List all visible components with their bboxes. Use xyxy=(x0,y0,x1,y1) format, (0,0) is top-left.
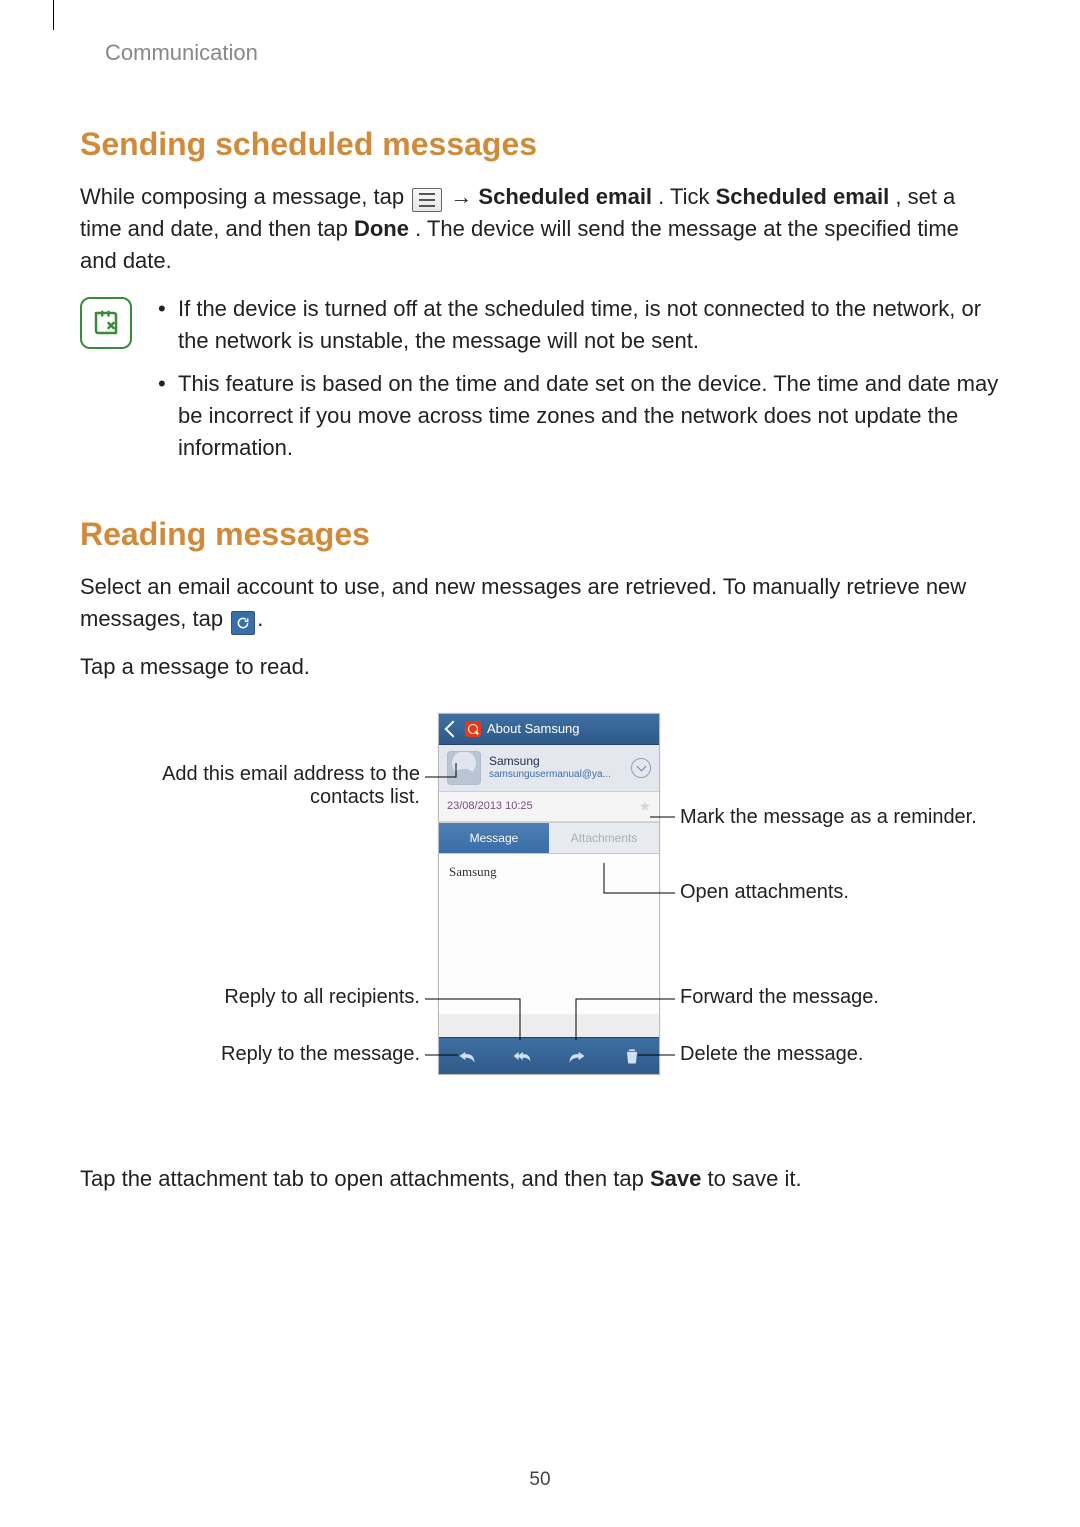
callout-forward: Forward the message. xyxy=(680,986,879,1009)
text: to save it. xyxy=(707,1166,801,1191)
text-bold: Done xyxy=(354,216,409,241)
text: → xyxy=(450,184,478,209)
text-bold: Scheduled email xyxy=(478,184,652,209)
text: While composing a message, tap xyxy=(80,184,410,209)
tab-message[interactable]: Message xyxy=(439,823,549,853)
note-list: If the device is turned off at the sched… xyxy=(154,293,1000,476)
text: Select an email account to use, and new … xyxy=(80,574,966,631)
note-item: This feature is based on the time and da… xyxy=(154,368,1000,464)
back-icon[interactable] xyxy=(445,720,462,737)
sender-text: Samsung samsungusermanual@ya... xyxy=(489,755,623,780)
sender-email: samsungusermanual@ya... xyxy=(489,769,623,781)
avatar[interactable] xyxy=(447,751,481,785)
text-bold: Scheduled email xyxy=(716,184,890,209)
app-icon xyxy=(465,721,481,737)
running-header: Communication xyxy=(105,40,1000,66)
para-reading: Select an email account to use, and new … xyxy=(80,571,1000,635)
para-tap-message: Tap a message to read. xyxy=(80,651,1000,683)
delete-icon[interactable] xyxy=(621,1045,643,1067)
callout-delete: Delete the message. xyxy=(680,1043,863,1066)
para-scheduled: While composing a message, tap → Schedul… xyxy=(80,181,1000,277)
tab-attachments[interactable]: Attachments xyxy=(549,823,659,853)
note-item: If the device is turned off at the sched… xyxy=(154,293,1000,357)
callout-reply: Reply to the message. xyxy=(140,1043,420,1066)
callout-reply-all: Reply to all recipients. xyxy=(140,986,420,1009)
edge-tick xyxy=(53,0,54,30)
text: . xyxy=(257,606,263,631)
meta-row: 23/08/2013 10:25 ★ xyxy=(439,792,659,822)
page-number: 50 xyxy=(0,1469,1080,1491)
callout-text: Add this email address to the xyxy=(162,763,420,785)
heading-sending-scheduled: Sending scheduled messages xyxy=(80,126,1000,163)
note-block: If the device is turned off at the sched… xyxy=(80,293,1000,476)
phone-mock: About Samsung Samsung samsungusermanual@… xyxy=(438,713,660,1075)
callout-add-contact: Add this email address to the contacts l… xyxy=(100,763,420,809)
refresh-icon xyxy=(231,611,255,635)
tabs: Message Attachments xyxy=(439,822,659,854)
reply-all-icon[interactable] xyxy=(511,1045,533,1067)
callout-mark-reminder: Mark the message as a reminder. xyxy=(680,806,977,829)
message-body: Samsung xyxy=(439,854,659,1014)
expand-icon[interactable] xyxy=(631,758,651,778)
reply-icon[interactable] xyxy=(456,1045,478,1067)
menu-icon xyxy=(412,188,442,212)
callout-open-attach: Open attachments. xyxy=(680,881,849,904)
heading-reading-messages: Reading messages xyxy=(80,516,1000,553)
text-bold: Save xyxy=(650,1166,701,1191)
callout-text: contacts list. xyxy=(310,786,420,808)
text: . Tick xyxy=(658,184,715,209)
note-icon xyxy=(80,297,132,349)
phone-titlebar[interactable]: About Samsung xyxy=(439,714,659,745)
para-attachment-save: Tap the attachment tab to open attachmen… xyxy=(80,1163,1000,1195)
sender-name: Samsung xyxy=(489,755,623,769)
star-icon[interactable]: ★ xyxy=(638,798,651,815)
action-bar xyxy=(439,1037,659,1074)
figure-email-reader: About Samsung Samsung samsungusermanual@… xyxy=(80,713,1000,1133)
datetime: 23/08/2013 10:25 xyxy=(447,800,533,812)
text: Tap the attachment tab to open attachmen… xyxy=(80,1166,650,1191)
phone-title: About Samsung xyxy=(487,721,580,736)
forward-icon[interactable] xyxy=(566,1045,588,1067)
sender-row[interactable]: Samsung samsungusermanual@ya... xyxy=(439,745,659,792)
